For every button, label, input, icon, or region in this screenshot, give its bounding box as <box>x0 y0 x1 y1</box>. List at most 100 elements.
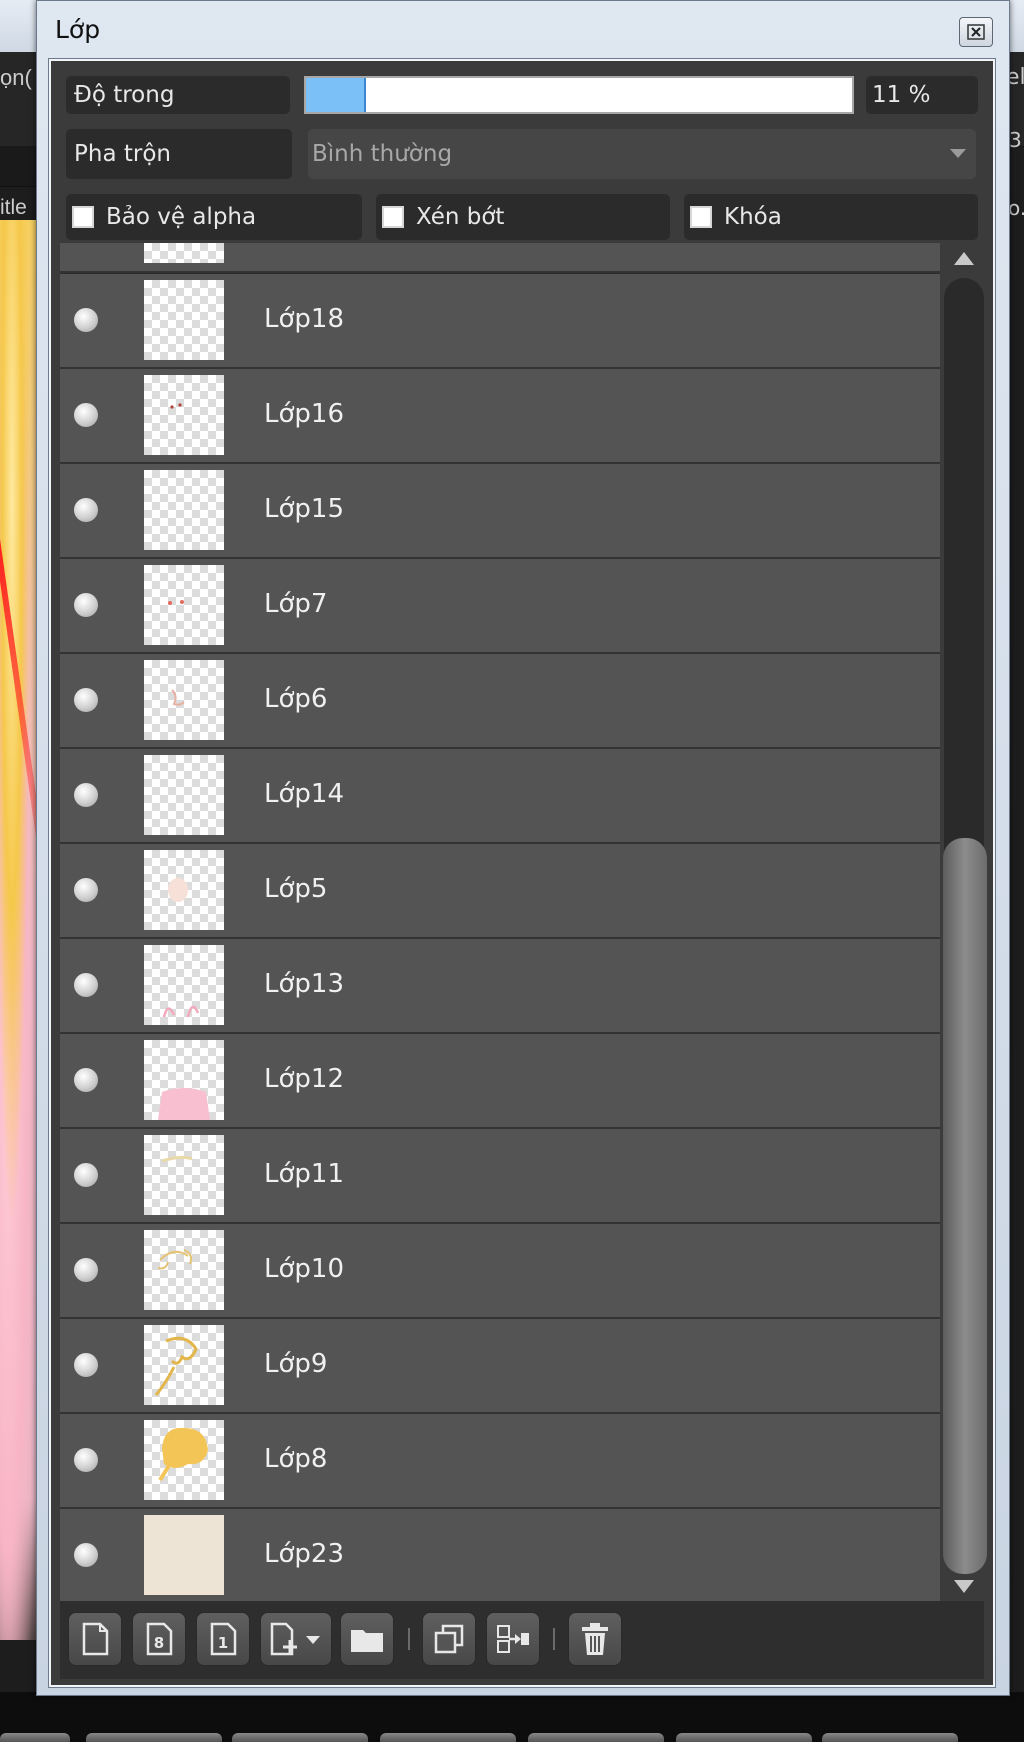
layer-row[interactable]: Lớp11 <box>60 1129 940 1224</box>
visibility-icon[interactable] <box>74 498 98 522</box>
checkbox-box[interactable] <box>72 206 94 228</box>
layer-row[interactable]: Lớp13 <box>60 939 940 1034</box>
new-8bit-layer-button[interactable]: 8 <box>132 1612 186 1666</box>
opacity-value-box[interactable]: 11 % <box>866 76 978 114</box>
layer-row[interactable]: Lớp23 <box>60 1509 940 1601</box>
opacity-slider[interactable] <box>304 76 854 114</box>
layer-thumbnail <box>144 375 224 455</box>
layer-thumbnail <box>144 755 224 835</box>
checkbox-label: Xén bớt <box>416 204 505 230</box>
delete-layer-button[interactable] <box>568 1612 622 1666</box>
layer-row[interactable]: Lớp12 <box>60 1034 940 1129</box>
clipping-checkbox[interactable]: Xén bớt <box>376 194 670 240</box>
layer-name: Lớp8 <box>264 1444 328 1474</box>
visibility-icon[interactable] <box>74 1543 98 1567</box>
layer-row[interactable]: Lớp9 <box>60 1319 940 1414</box>
visibility-icon[interactable] <box>74 973 98 997</box>
layer-row[interactable]: Lớp5 <box>60 844 940 939</box>
visibility-icon[interactable] <box>74 1353 98 1377</box>
layer-row[interactable]: Lớp10 <box>60 1224 940 1319</box>
taskbar-item[interactable] <box>86 1733 222 1742</box>
protect-alpha-checkbox[interactable]: Bảo vệ alpha <box>66 194 362 240</box>
new-layer-icon <box>82 1622 109 1656</box>
new-layer-button[interactable] <box>68 1612 122 1666</box>
layer-name: Lớp18 <box>264 304 344 334</box>
host-canvas-artwork <box>0 220 40 1640</box>
new-1bit-layer-icon: 1 <box>210 1622 237 1656</box>
layer-row-partial[interactable] <box>60 243 940 273</box>
new-8bit-layer-icon: 8 <box>146 1622 173 1656</box>
taskbar-item[interactable] <box>676 1733 812 1742</box>
layer-thumbnail <box>144 660 224 740</box>
taskbar-item[interactable] <box>822 1733 958 1742</box>
host-left-tabbar <box>0 146 40 187</box>
host-left-tab-text: itle <box>0 196 27 219</box>
scroll-up-arrow-icon[interactable] <box>954 252 974 265</box>
add-layer-menu-button[interactable] <box>260 1612 332 1666</box>
layer-row[interactable]: Lớp18 <box>60 274 940 369</box>
layer-thumbnail <box>144 565 224 645</box>
svg-text:8: 8 <box>154 1634 164 1652</box>
close-button[interactable] <box>959 17 993 47</box>
window-titlebar[interactable]: Lớp <box>37 1 1009 53</box>
new-folder-icon <box>351 1630 383 1652</box>
lock-checkbox[interactable]: Khóa <box>684 194 978 240</box>
layer-thumbnail <box>144 243 224 263</box>
layer-thumbnail <box>144 1135 224 1215</box>
layer-thumbnail <box>144 280 224 360</box>
new-1bit-layer-button[interactable]: 1 <box>196 1612 250 1666</box>
visibility-icon[interactable] <box>74 403 98 427</box>
checkbox-label: Bảo vệ alpha <box>106 204 257 230</box>
chevron-down-icon <box>950 149 966 158</box>
visibility-icon[interactable] <box>74 1163 98 1187</box>
opacity-label-box: Độ trong <box>66 76 290 114</box>
layer-name: Lớp6 <box>264 684 328 714</box>
visibility-icon[interactable] <box>74 1068 98 1092</box>
taskbar-item[interactable] <box>380 1733 516 1742</box>
new-folder-button[interactable] <box>340 1612 394 1666</box>
blend-mode-value: Bình thường <box>312 141 453 167</box>
layer-row[interactable]: Lớp6 <box>60 654 940 749</box>
layer-row[interactable]: Lớp7 <box>60 559 940 654</box>
layer-row[interactable]: Lớp8 <box>60 1414 940 1509</box>
layer-name: Lớp5 <box>264 874 328 904</box>
checkbox-box[interactable] <box>382 206 404 228</box>
layer-name: Lớp14 <box>264 779 344 809</box>
window-title: Lớp <box>55 15 101 44</box>
opacity-value: 11 % <box>872 82 931 108</box>
taskbar-item[interactable] <box>232 1733 368 1742</box>
duplicate-layer-icon <box>434 1624 464 1654</box>
visibility-icon[interactable] <box>74 593 98 617</box>
layer-row[interactable]: Lớp16 <box>60 369 940 464</box>
duplicate-layer-button[interactable] <box>422 1612 476 1666</box>
host-left-text: ọn( <box>0 65 32 90</box>
add-layer-menu-icon <box>270 1622 320 1656</box>
layer-thumbnail <box>144 470 224 550</box>
merge-down-button[interactable] <box>486 1612 540 1666</box>
toolbar-separator <box>408 1628 410 1650</box>
taskbar-item[interactable] <box>528 1733 664 1742</box>
host-right-text-3: o. <box>1008 196 1024 220</box>
visibility-icon[interactable] <box>74 1258 98 1282</box>
visibility-icon[interactable] <box>74 688 98 712</box>
close-icon <box>967 24 985 40</box>
layer-name: Lớp12 <box>264 1064 344 1094</box>
layer-row[interactable]: Lớp15 <box>60 464 940 559</box>
layer-row[interactable]: Lớp14 <box>60 749 940 844</box>
blend-label: Pha trộn <box>74 141 171 167</box>
scrollbar-thumb[interactable] <box>943 838 987 1574</box>
scroll-down-arrow-icon[interactable] <box>954 1580 974 1593</box>
visibility-icon[interactable] <box>74 878 98 902</box>
checkbox-box[interactable] <box>690 206 712 228</box>
visibility-icon[interactable] <box>74 1448 98 1472</box>
layer-name: Lớp13 <box>264 969 344 999</box>
layer-name: Lớp15 <box>264 494 344 524</box>
layer-list[interactable]: Lớp18 Lớp16 Lớp15 Lớp7 Lớp6 Lớp14 Lớp5 L… <box>60 243 940 1601</box>
layer-thumbnail <box>144 1420 224 1500</box>
taskbar-item[interactable] <box>0 1733 70 1742</box>
layer-thumbnail <box>144 945 224 1025</box>
layer-thumbnail <box>144 850 224 930</box>
visibility-icon[interactable] <box>74 783 98 807</box>
blend-mode-select[interactable]: Bình thường <box>308 129 976 179</box>
visibility-icon[interactable] <box>74 308 98 332</box>
